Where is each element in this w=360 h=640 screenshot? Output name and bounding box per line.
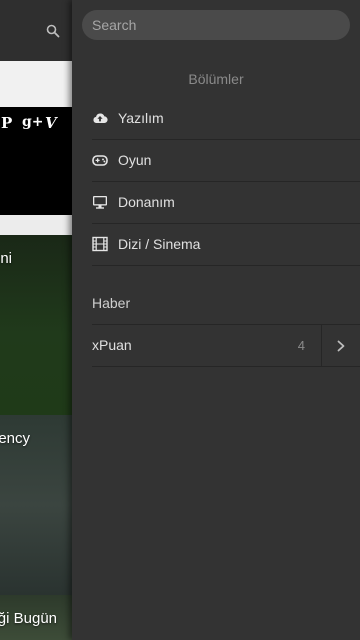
search-box <box>82 10 350 40</box>
background-page: P g+ V ni ency ği Bugün <box>0 0 72 640</box>
menu-item-oyun[interactable]: Oyun <box>92 140 360 182</box>
divider <box>0 215 72 235</box>
menu-item-label: xPuan <box>92 337 132 353</box>
menu-item-haber[interactable]: Haber <box>92 284 130 322</box>
menu-item-xpuan[interactable]: xPuan 4 <box>92 324 360 367</box>
film-icon <box>92 236 108 252</box>
search-input[interactable] <box>82 10 350 40</box>
navigation-drawer: Bölümler Yazılım Oyun <box>72 0 360 640</box>
logo-band <box>0 61 72 107</box>
monitor-icon <box>93 196 107 209</box>
article-card[interactable]: ency <box>0 415 72 595</box>
article-card[interactable]: ği Bugün <box>0 595 72 640</box>
gamepad-icon <box>92 155 108 166</box>
menu-item-label: Donanım <box>118 194 175 210</box>
article-title: ni <box>0 250 12 267</box>
background-topbar <box>0 0 72 61</box>
menu-item-yazilim[interactable]: Yazılım <box>92 98 360 140</box>
menu-item-label: Yazılım <box>118 110 164 126</box>
expand-button[interactable] <box>321 325 360 366</box>
pinterest-icon[interactable]: P <box>1 114 12 132</box>
menu-item-label: Oyun <box>118 152 152 168</box>
article-card[interactable]: ni <box>0 235 72 415</box>
article-title: ği Bugün <box>0 610 57 627</box>
menu-item-donanim[interactable]: Donanım <box>92 182 360 224</box>
item-count: 4 <box>297 338 305 353</box>
menu-item-label: Dizi / Sinema <box>118 236 201 252</box>
article-title: ency <box>0 430 30 447</box>
search-icon[interactable] <box>46 24 60 38</box>
category-menu: Yazılım Oyun Donanım Dizi / Sinema <box>92 98 360 266</box>
menu-item-dizi-sinema[interactable]: Dizi / Sinema <box>92 224 360 266</box>
vimeo-icon[interactable]: V <box>45 114 57 132</box>
section-header: Bölümler <box>188 71 244 87</box>
chevron-right-icon <box>337 340 345 352</box>
cloud-upload-icon <box>93 113 108 124</box>
google-plus-icon[interactable]: g+ <box>22 114 44 130</box>
